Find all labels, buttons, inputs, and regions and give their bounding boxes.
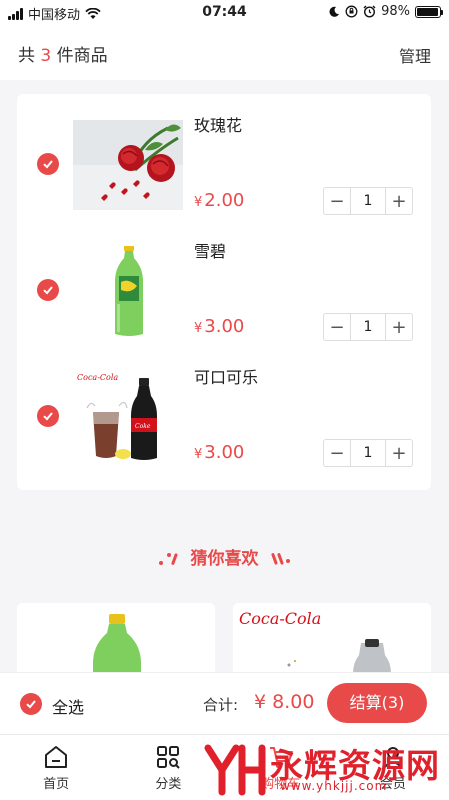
battery-percent: 98% bbox=[381, 4, 410, 19]
price-value: 3.00 bbox=[204, 316, 245, 337]
quantity-stepper: − 1 + bbox=[323, 313, 413, 341]
total-label: 合计: bbox=[203, 696, 239, 714]
check-icon bbox=[43, 412, 53, 421]
currency-symbol: ¥ bbox=[194, 321, 203, 336]
increase-button[interactable]: + bbox=[386, 188, 412, 214]
decrease-button[interactable]: − bbox=[324, 440, 350, 466]
item-count: 共 3 件商品 bbox=[18, 41, 108, 66]
category-icon bbox=[157, 746, 181, 769]
recommend-title: 猜你喜欢 bbox=[0, 544, 449, 569]
tab-home[interactable]: 首页 bbox=[0, 735, 112, 800]
item-name: 可口可乐 bbox=[194, 368, 259, 387]
battery-icon bbox=[415, 5, 443, 18]
item-price: ¥3.00 bbox=[194, 442, 244, 463]
cart-item: 雪碧 ¥3.00 − 1 + bbox=[17, 220, 431, 346]
quantity-value[interactable]: 1 bbox=[350, 188, 386, 214]
status-right: 98% bbox=[328, 4, 443, 19]
manage-button[interactable]: 管理 bbox=[399, 43, 431, 67]
price-value: 2.00 bbox=[204, 190, 245, 211]
coke-image: Coca-Cola Coke bbox=[73, 372, 183, 462]
count-suffix: 件商品 bbox=[56, 46, 108, 66]
home-icon bbox=[45, 746, 68, 768]
check-icon bbox=[26, 700, 36, 709]
coke-logo: Coca-Cola bbox=[77, 373, 118, 382]
cart-item: Coca-Cola Coke 可口可乐 ¥3.00 − 1 + bbox=[17, 346, 431, 472]
svg-text:Coke: Coke bbox=[135, 423, 151, 430]
alarm-icon bbox=[363, 5, 376, 18]
select-all-checkbox[interactable] bbox=[20, 693, 42, 715]
rose-image bbox=[73, 120, 183, 210]
item-checkbox[interactable] bbox=[37, 279, 59, 301]
tab-label: 首页 bbox=[43, 777, 70, 792]
item-checkbox[interactable] bbox=[37, 405, 59, 427]
item-checkbox[interactable] bbox=[37, 153, 59, 175]
item-name: 玫瑰花 bbox=[194, 116, 243, 135]
check-icon bbox=[43, 160, 53, 169]
price-value: 3.00 bbox=[204, 442, 245, 463]
quantity-stepper: − 1 + bbox=[323, 187, 413, 215]
quantity-value[interactable]: 1 bbox=[350, 440, 386, 466]
cart-header: 共 3 件商品 管理 bbox=[0, 26, 449, 80]
increase-button[interactable]: + bbox=[386, 314, 412, 340]
item-price: ¥3.00 bbox=[194, 316, 244, 337]
total-value: ¥ 8.00 bbox=[254, 691, 315, 713]
increase-button[interactable]: + bbox=[386, 440, 412, 466]
check-icon bbox=[43, 286, 53, 295]
currency-symbol: ¥ bbox=[194, 447, 203, 462]
settle-button[interactable]: 结算(3) bbox=[327, 683, 427, 723]
currency-symbol: ¥ bbox=[194, 195, 203, 210]
decrease-button[interactable]: − bbox=[324, 188, 350, 214]
select-all-label[interactable]: 全选 bbox=[52, 694, 84, 718]
quantity-value[interactable]: 1 bbox=[350, 314, 386, 340]
coke-logo: Coca-Cola bbox=[239, 609, 322, 628]
decor-dots-icon bbox=[158, 553, 178, 565]
status-bar: 中国移动 07:44 98% bbox=[0, 0, 449, 26]
item-name: 雪碧 bbox=[194, 242, 227, 261]
decor-dots-icon bbox=[271, 553, 291, 565]
orientation-lock-icon bbox=[345, 5, 358, 18]
count-number: 3 bbox=[40, 46, 52, 66]
recommend-title-text: 猜你喜欢 bbox=[190, 549, 259, 569]
cart-list: 玫瑰花 ¥2.00 − 1 + 雪碧 ¥3.00 − 1 + Coca-Cola… bbox=[17, 94, 431, 490]
watermark-url: www.yhkjjj.com bbox=[280, 779, 388, 793]
cart-item: 玫瑰花 ¥2.00 − 1 + bbox=[17, 94, 431, 220]
checkout-bar: 全选 合计: ¥ 8.00 结算(3) bbox=[0, 672, 449, 734]
decrease-button[interactable]: − bbox=[324, 314, 350, 340]
item-price: ¥2.00 bbox=[194, 190, 244, 211]
quantity-stepper: − 1 + bbox=[323, 439, 413, 467]
count-prefix: 共 bbox=[18, 46, 35, 66]
sprite-image bbox=[73, 246, 183, 336]
moon-icon bbox=[329, 6, 340, 17]
